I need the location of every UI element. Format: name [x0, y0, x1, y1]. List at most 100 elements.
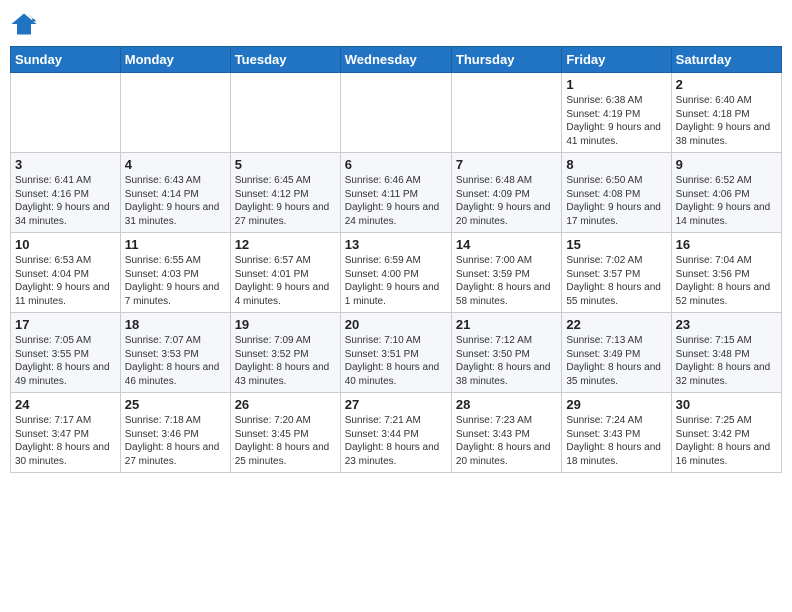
- calendar-cell: [11, 73, 121, 153]
- day-info: Sunrise: 7:15 AM Sunset: 3:48 PM Dayligh…: [676, 334, 777, 388]
- day-info: Sunrise: 6:46 AM Sunset: 4:11 PM Dayligh…: [345, 174, 447, 228]
- day-info: Sunrise: 7:24 AM Sunset: 3:43 PM Dayligh…: [566, 414, 666, 468]
- day-info: Sunrise: 6:38 AM Sunset: 4:19 PM Dayligh…: [566, 94, 666, 148]
- day-number: 12: [235, 237, 336, 252]
- day-number: 30: [676, 397, 777, 412]
- calendar-cell: 6Sunrise: 6:46 AM Sunset: 4:11 PM Daylig…: [340, 153, 451, 233]
- calendar-cell: 14 Sunrise: 7:00 AM Sunset: 3:59 PM Dayli…: [451, 233, 561, 313]
- day-info: Sunrise: 7:20 AM Sunset: 3:45 PM Dayligh…: [235, 414, 336, 468]
- calendar-cell: 2Sunrise: 6:40 AM Sunset: 4:18 PM Daylig…: [671, 73, 781, 153]
- calendar-cell: 27 Sunrise: 7:21 AM Sunset: 3:44 PM Dayli…: [340, 393, 451, 473]
- day-info: Sunrise: 6:43 AM Sunset: 4:14 PM Dayligh…: [125, 174, 226, 228]
- calendar-cell: 17 Sunrise: 7:05 AM Sunset: 3:55 PM Dayli…: [11, 313, 121, 393]
- calendar-cell: 25 Sunrise: 7:18 AM Sunset: 3:46 PM Dayli…: [120, 393, 230, 473]
- calendar-cell: [230, 73, 340, 153]
- day-number: 9: [676, 157, 777, 172]
- day-number: 11: [125, 237, 226, 252]
- calendar-header-monday: Monday: [120, 47, 230, 73]
- day-info: Sunrise: 7:25 AM Sunset: 3:42 PM Dayligh…: [676, 414, 777, 468]
- day-info: Sunrise: 7:18 AM Sunset: 3:46 PM Dayligh…: [125, 414, 226, 468]
- calendar-cell: 5 Sunrise: 6:45 AM Sunset: 4:12 PM Daylig…: [230, 153, 340, 233]
- calendar-header-sunday: Sunday: [11, 47, 121, 73]
- day-number: 13: [345, 237, 447, 252]
- logo: [10, 10, 42, 38]
- calendar-week-2: 3 Sunrise: 6:41 AM Sunset: 4:16 PM Daylig…: [11, 153, 782, 233]
- calendar-header-wednesday: Wednesday: [340, 47, 451, 73]
- day-number: 24: [15, 397, 116, 412]
- day-number: 17: [15, 317, 116, 332]
- day-number: 22: [566, 317, 666, 332]
- calendar-week-3: 10Sunrise: 6:53 AM Sunset: 4:04 PM Dayli…: [11, 233, 782, 313]
- calendar-header-friday: Friday: [562, 47, 671, 73]
- calendar-cell: 15 Sunrise: 7:02 AM Sunset: 3:57 PM Dayli…: [562, 233, 671, 313]
- calendar-cell: 29 Sunrise: 7:24 AM Sunset: 3:43 PM Dayli…: [562, 393, 671, 473]
- day-info: Sunrise: 7:17 AM Sunset: 3:47 PM Dayligh…: [15, 414, 116, 468]
- day-number: 21: [456, 317, 557, 332]
- day-info: Sunrise: 6:52 AM Sunset: 4:06 PM Dayligh…: [676, 174, 777, 228]
- calendar-cell: 4 Sunrise: 6:43 AM Sunset: 4:14 PM Daylig…: [120, 153, 230, 233]
- day-number: 5: [235, 157, 336, 172]
- day-info: Sunrise: 6:45 AM Sunset: 4:12 PM Dayligh…: [235, 174, 336, 228]
- calendar-week-5: 24 Sunrise: 7:17 AM Sunset: 3:47 PM Dayli…: [11, 393, 782, 473]
- day-info: Sunrise: 7:23 AM Sunset: 3:43 PM Dayligh…: [456, 414, 557, 468]
- day-info: Sunrise: 7:12 AM Sunset: 3:50 PM Dayligh…: [456, 334, 557, 388]
- calendar-header-row: SundayMondayTuesdayWednesdayThursdayFrid…: [11, 47, 782, 73]
- calendar-cell: 7 Sunrise: 6:48 AM Sunset: 4:09 PM Daylig…: [451, 153, 561, 233]
- calendar-cell: 10Sunrise: 6:53 AM Sunset: 4:04 PM Dayli…: [11, 233, 121, 313]
- day-info: Sunrise: 7:02 AM Sunset: 3:57 PM Dayligh…: [566, 254, 666, 308]
- calendar-table: SundayMondayTuesdayWednesdayThursdayFrid…: [10, 46, 782, 473]
- calendar-cell: 18 Sunrise: 7:07 AM Sunset: 3:53 PM Dayli…: [120, 313, 230, 393]
- day-number: 7: [456, 157, 557, 172]
- calendar-cell: 21 Sunrise: 7:12 AM Sunset: 3:50 PM Dayli…: [451, 313, 561, 393]
- calendar-cell: 20 Sunrise: 7:10 AM Sunset: 3:51 PM Dayli…: [340, 313, 451, 393]
- calendar-cell: 23Sunrise: 7:15 AM Sunset: 3:48 PM Dayli…: [671, 313, 781, 393]
- calendar-header-saturday: Saturday: [671, 47, 781, 73]
- day-number: 26: [235, 397, 336, 412]
- page-header: [10, 10, 782, 38]
- day-number: 29: [566, 397, 666, 412]
- day-number: 14: [456, 237, 557, 252]
- day-number: 25: [125, 397, 226, 412]
- day-info: Sunrise: 7:09 AM Sunset: 3:52 PM Dayligh…: [235, 334, 336, 388]
- calendar-cell: 8Sunrise: 6:50 AM Sunset: 4:08 PM Daylig…: [562, 153, 671, 233]
- day-number: 20: [345, 317, 447, 332]
- day-number: 2: [676, 77, 777, 92]
- day-info: Sunrise: 7:00 AM Sunset: 3:59 PM Dayligh…: [456, 254, 557, 308]
- day-number: 16: [676, 237, 777, 252]
- calendar-cell: 1 Sunrise: 6:38 AM Sunset: 4:19 PM Daylig…: [562, 73, 671, 153]
- day-number: 4: [125, 157, 226, 172]
- calendar-week-4: 17 Sunrise: 7:05 AM Sunset: 3:55 PM Dayli…: [11, 313, 782, 393]
- day-info: Sunrise: 6:59 AM Sunset: 4:00 PM Dayligh…: [345, 254, 447, 308]
- day-info: Sunrise: 7:21 AM Sunset: 3:44 PM Dayligh…: [345, 414, 447, 468]
- day-number: 3: [15, 157, 116, 172]
- calendar-cell: [340, 73, 451, 153]
- day-number: 18: [125, 317, 226, 332]
- day-info: Sunrise: 7:05 AM Sunset: 3:55 PM Dayligh…: [15, 334, 116, 388]
- day-number: 27: [345, 397, 447, 412]
- calendar-cell: 9 Sunrise: 6:52 AM Sunset: 4:06 PM Daylig…: [671, 153, 781, 233]
- day-number: 28: [456, 397, 557, 412]
- day-info: Sunrise: 7:07 AM Sunset: 3:53 PM Dayligh…: [125, 334, 226, 388]
- day-number: 19: [235, 317, 336, 332]
- calendar-header-thursday: Thursday: [451, 47, 561, 73]
- calendar-cell: [120, 73, 230, 153]
- day-number: 1: [566, 77, 666, 92]
- calendar-cell: 30 Sunrise: 7:25 AM Sunset: 3:42 PM Dayli…: [671, 393, 781, 473]
- day-info: Sunrise: 6:41 AM Sunset: 4:16 PM Dayligh…: [15, 174, 116, 228]
- logo-icon: [10, 10, 38, 38]
- calendar-cell: 28 Sunrise: 7:23 AM Sunset: 3:43 PM Dayli…: [451, 393, 561, 473]
- calendar-cell: 16 Sunrise: 7:04 AM Sunset: 3:56 PM Dayli…: [671, 233, 781, 313]
- day-info: Sunrise: 7:10 AM Sunset: 3:51 PM Dayligh…: [345, 334, 447, 388]
- calendar-cell: 26 Sunrise: 7:20 AM Sunset: 3:45 PM Dayli…: [230, 393, 340, 473]
- day-info: Sunrise: 7:13 AM Sunset: 3:49 PM Dayligh…: [566, 334, 666, 388]
- day-number: 15: [566, 237, 666, 252]
- calendar-cell: [451, 73, 561, 153]
- calendar-cell: 12Sunrise: 6:57 AM Sunset: 4:01 PM Dayli…: [230, 233, 340, 313]
- day-info: Sunrise: 7:04 AM Sunset: 3:56 PM Dayligh…: [676, 254, 777, 308]
- day-info: Sunrise: 6:48 AM Sunset: 4:09 PM Dayligh…: [456, 174, 557, 228]
- calendar-week-1: 1 Sunrise: 6:38 AM Sunset: 4:19 PM Daylig…: [11, 73, 782, 153]
- day-info: Sunrise: 6:53 AM Sunset: 4:04 PM Dayligh…: [15, 254, 116, 308]
- calendar-cell: 11Sunrise: 6:55 AM Sunset: 4:03 PM Dayli…: [120, 233, 230, 313]
- calendar-header-tuesday: Tuesday: [230, 47, 340, 73]
- day-number: 8: [566, 157, 666, 172]
